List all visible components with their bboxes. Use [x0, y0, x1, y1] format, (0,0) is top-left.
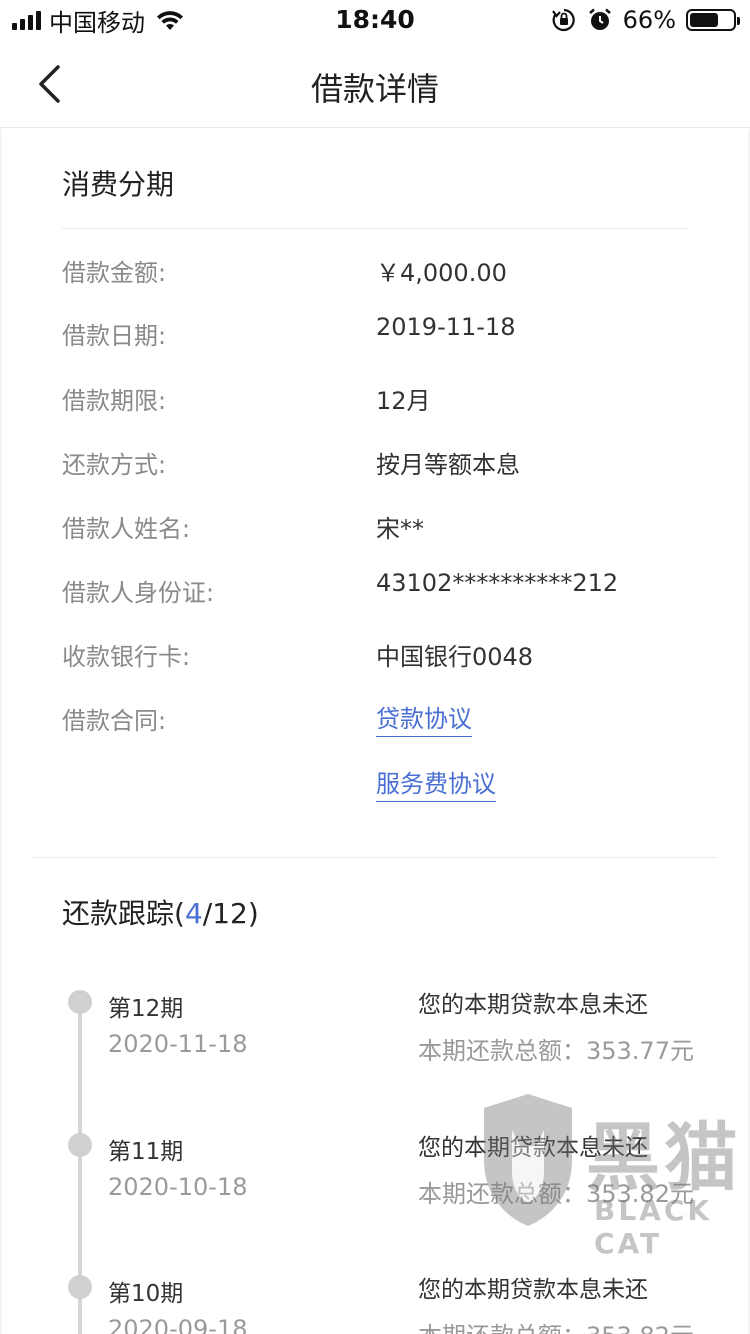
page-title: 借款详情	[310, 70, 439, 108]
loan-section-title: 消费分期	[62, 168, 175, 201]
repayment-method-value: 按月等额本息	[376, 451, 520, 479]
loan-date-value: 2019-11-18	[376, 313, 516, 341]
timeline-dot	[68, 990, 92, 1014]
watermark-subtext: BLACK CAT	[594, 1194, 713, 1260]
battery-percent: 66%	[622, 6, 676, 34]
loan-term-label: 借款期限:	[62, 387, 167, 415]
period-date: 2020-10-18	[108, 1173, 248, 1201]
status-right: 66%	[551, 6, 740, 34]
loan-term-value: 12月	[376, 387, 431, 415]
alarm-icon	[588, 8, 611, 30]
loan-agreement-link[interactable]: 贷款协议	[376, 699, 472, 737]
loan-amount-value: ￥4,000.00	[376, 259, 507, 287]
loan-contract-label: 借款合同:	[62, 707, 167, 735]
loan-amount-label: 借款金额:	[62, 259, 167, 287]
tracking-total-count: /12)	[202, 897, 259, 930]
repayment-method-label: 还款方式:	[62, 451, 167, 479]
timeline-dot	[68, 1133, 92, 1157]
bank-card-label: 收款银行卡:	[62, 643, 191, 671]
period-total: 本期还款总额：353.77元	[418, 1037, 694, 1065]
borrower-name-label: 借款人姓名:	[62, 515, 191, 543]
borrower-id-value: 43102**********212	[376, 569, 619, 597]
battery-nub	[737, 17, 740, 25]
tracking-title-prefix: 还款跟踪(	[62, 897, 185, 930]
period-number: 第10期	[108, 1281, 184, 1307]
status-bar: 中国移动 18:40 66%	[0, 0, 750, 40]
card-divider	[32, 857, 718, 858]
tracking-current-count: 4	[184, 897, 203, 930]
black-cat-watermark: 黑猫 BLACK CAT	[476, 1090, 750, 1334]
period-date: 2020-11-18	[108, 1030, 248, 1058]
bank-card-value: 中国银行0048	[376, 643, 534, 671]
watermark-text: 黑猫	[586, 1115, 742, 1201]
repayment-tracking-title: 还款跟踪(4/12)	[62, 892, 259, 932]
service-fee-agreement-link[interactable]: 服务费协议	[376, 764, 496, 802]
battery-icon	[686, 9, 740, 31]
period-status: 您的本期贷款本息未还	[418, 992, 648, 1018]
rotation-lock-icon	[551, 8, 575, 32]
period-date: 2020-09-18	[108, 1315, 248, 1334]
battery-fill	[690, 13, 718, 27]
timeline-dot	[68, 1275, 92, 1299]
nav-bar: 借款详情	[0, 40, 750, 128]
loan-date-label: 借款日期:	[62, 322, 167, 350]
borrower-id-label: 借款人身份证:	[62, 579, 215, 607]
section-divider	[62, 228, 688, 229]
screen: 中国移动 18:40 66% 借款详情 消费分期 借款金额: ￥4,000.00…	[0, 0, 750, 1334]
period-number: 第11期	[108, 1139, 184, 1165]
period-number: 第12期	[108, 996, 184, 1022]
cat-shield-icon	[484, 1094, 572, 1226]
borrower-name-value: 宋**	[376, 515, 424, 543]
